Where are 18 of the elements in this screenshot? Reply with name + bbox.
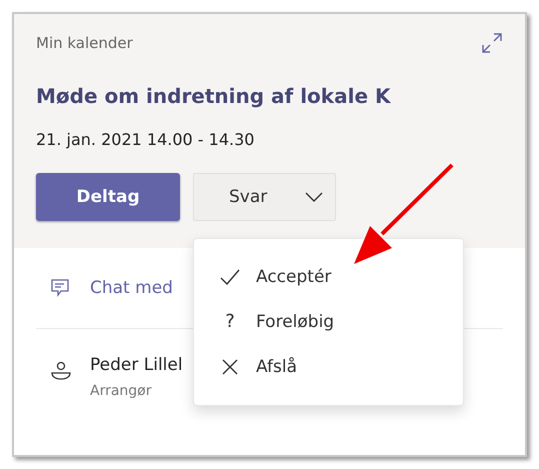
menu-item[interactable]: Afslå — [194, 344, 463, 390]
organizer-name: Peder Lillel — [90, 355, 183, 375]
menu-item[interactable]: ? Foreløbig — [194, 299, 463, 345]
chevron-icon — [305, 192, 323, 202]
respond-button[interactable]: Svar — [193, 173, 336, 221]
person-icon — [50, 361, 72, 381]
join-button[interactable]: Deltag — [36, 173, 180, 221]
chat-icon — [50, 278, 70, 298]
close-icon — [220, 359, 240, 376]
organizer-role: Arrangør — [90, 383, 153, 399]
expand-icon[interactable] — [481, 32, 503, 54]
chat-link[interactable]: Chat med — [90, 278, 173, 298]
calendar-label: Min kalender — [36, 34, 133, 52]
event-datetime: 21. jan. 2021 14.00 - 14.30 — [36, 130, 256, 149]
menu-item[interactable]: Acceptér — [194, 254, 463, 300]
question-mark-icon: ? — [220, 311, 240, 332]
check-icon — [220, 268, 240, 285]
event-title: Møde om indretning af lokale K — [36, 84, 392, 108]
